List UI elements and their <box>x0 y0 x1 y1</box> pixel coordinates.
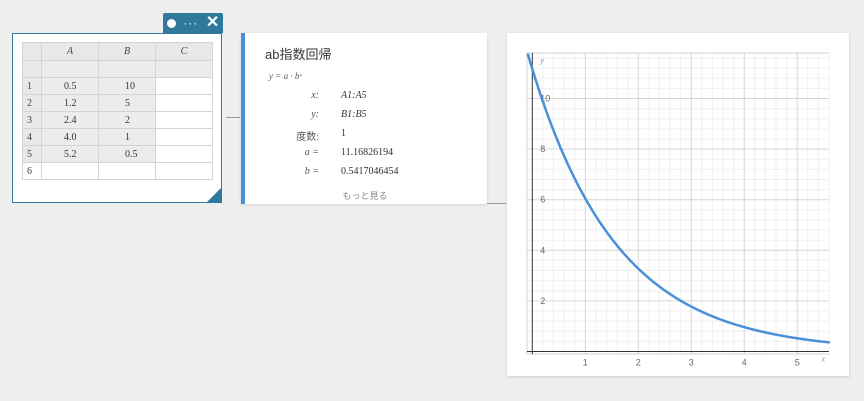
connector-line <box>226 117 240 118</box>
cell[interactable] <box>41 60 99 78</box>
y-tick-label: 6 <box>540 195 545 205</box>
row-header[interactable]: 1 <box>22 77 42 95</box>
cell[interactable] <box>155 145 213 163</box>
cell[interactable] <box>155 128 213 146</box>
row-header[interactable]: 6 <box>22 162 42 180</box>
cell[interactable]: 1 <box>98 128 156 146</box>
color-dot-icon[interactable] <box>166 18 176 28</box>
x-label: x: <box>311 90 319 101</box>
cell[interactable]: 2.4 <box>41 111 99 129</box>
spreadsheet-grid: A B C 1 0.5 10 2 1.2 5 3 2.4 2 4 4.0 1 5… <box>22 42 213 180</box>
cell[interactable] <box>98 60 156 78</box>
frequency-value[interactable]: 1 <box>341 128 346 139</box>
cell[interactable]: 1.2 <box>41 94 99 112</box>
cell[interactable]: 2 <box>98 111 156 129</box>
column-header-a[interactable]: A <box>41 42 99 61</box>
spreadsheet-toolbar: ··· ✕ <box>163 13 223 33</box>
x-range[interactable]: A1:A5 <box>341 90 367 101</box>
cell[interactable]: 0.5 <box>98 145 156 163</box>
spreadsheet-widget: A B C 1 0.5 10 2 1.2 5 3 2.4 2 4 4.0 1 5… <box>12 33 222 203</box>
row-header[interactable] <box>22 60 42 78</box>
y-label: y: <box>311 109 319 120</box>
regression-graph[interactable]: 1 2 3 4 5246810xy <box>507 33 849 376</box>
cell[interactable]: 0.5 <box>41 77 99 95</box>
x-axis-title: x <box>820 354 825 363</box>
a-value: 11.16826194 <box>341 147 394 158</box>
regression-title: ab指数回帰 <box>265 47 332 62</box>
column-header-c[interactable]: C <box>155 42 213 61</box>
cell[interactable] <box>155 162 213 180</box>
y-axis-title: y <box>539 56 544 65</box>
column-header-b[interactable]: B <box>98 42 156 61</box>
b-label: b = <box>304 166 319 177</box>
y-tick-label: 4 <box>540 245 545 255</box>
cell[interactable] <box>155 77 213 95</box>
cell[interactable] <box>155 94 213 112</box>
x-tick-label: 1 <box>583 357 588 367</box>
grid-corner[interactable] <box>22 42 42 61</box>
row-header[interactable]: 3 <box>22 111 42 129</box>
show-more-link[interactable]: もっと見る <box>245 189 485 202</box>
x-tick-label: 3 <box>689 357 694 367</box>
graph-card[interactable]: 1 2 3 4 5 2 4 6 8 10 x y <box>507 33 849 376</box>
regression-card[interactable]: ab指数回帰 y = a · bˣ x: A1:A5 y: B1:B5 度数: … <box>241 33 487 204</box>
cell[interactable] <box>41 162 99 180</box>
more-options-icon[interactable]: ··· <box>183 17 198 29</box>
resize-handle-icon[interactable] <box>207 188 221 202</box>
x-tick-label: 2 <box>636 357 641 367</box>
cell[interactable]: 4.0 <box>41 128 99 146</box>
x-tick-label: 5 <box>795 357 800 367</box>
a-label: a = <box>304 147 319 158</box>
close-icon[interactable]: ✕ <box>206 15 219 31</box>
y-range[interactable]: B1:B5 <box>341 109 367 120</box>
cell[interactable]: 5 <box>98 94 156 112</box>
row-header[interactable]: 5 <box>22 145 42 163</box>
x-tick-label: 4 <box>742 357 747 367</box>
cell[interactable] <box>155 60 213 78</box>
frequency-label: 度数: <box>296 132 319 143</box>
y-tick-label: 8 <box>540 144 545 154</box>
y-tick-label: 2 <box>540 296 545 306</box>
b-value: 0.5417046454 <box>341 166 399 177</box>
cell[interactable] <box>155 111 213 129</box>
row-header[interactable]: 4 <box>22 128 42 146</box>
row-header[interactable]: 2 <box>22 94 42 112</box>
regression-formula: y = a · bˣ <box>269 71 302 81</box>
cell[interactable] <box>98 162 156 180</box>
cell[interactable]: 5.2 <box>41 145 99 163</box>
cell[interactable]: 10 <box>98 77 156 95</box>
